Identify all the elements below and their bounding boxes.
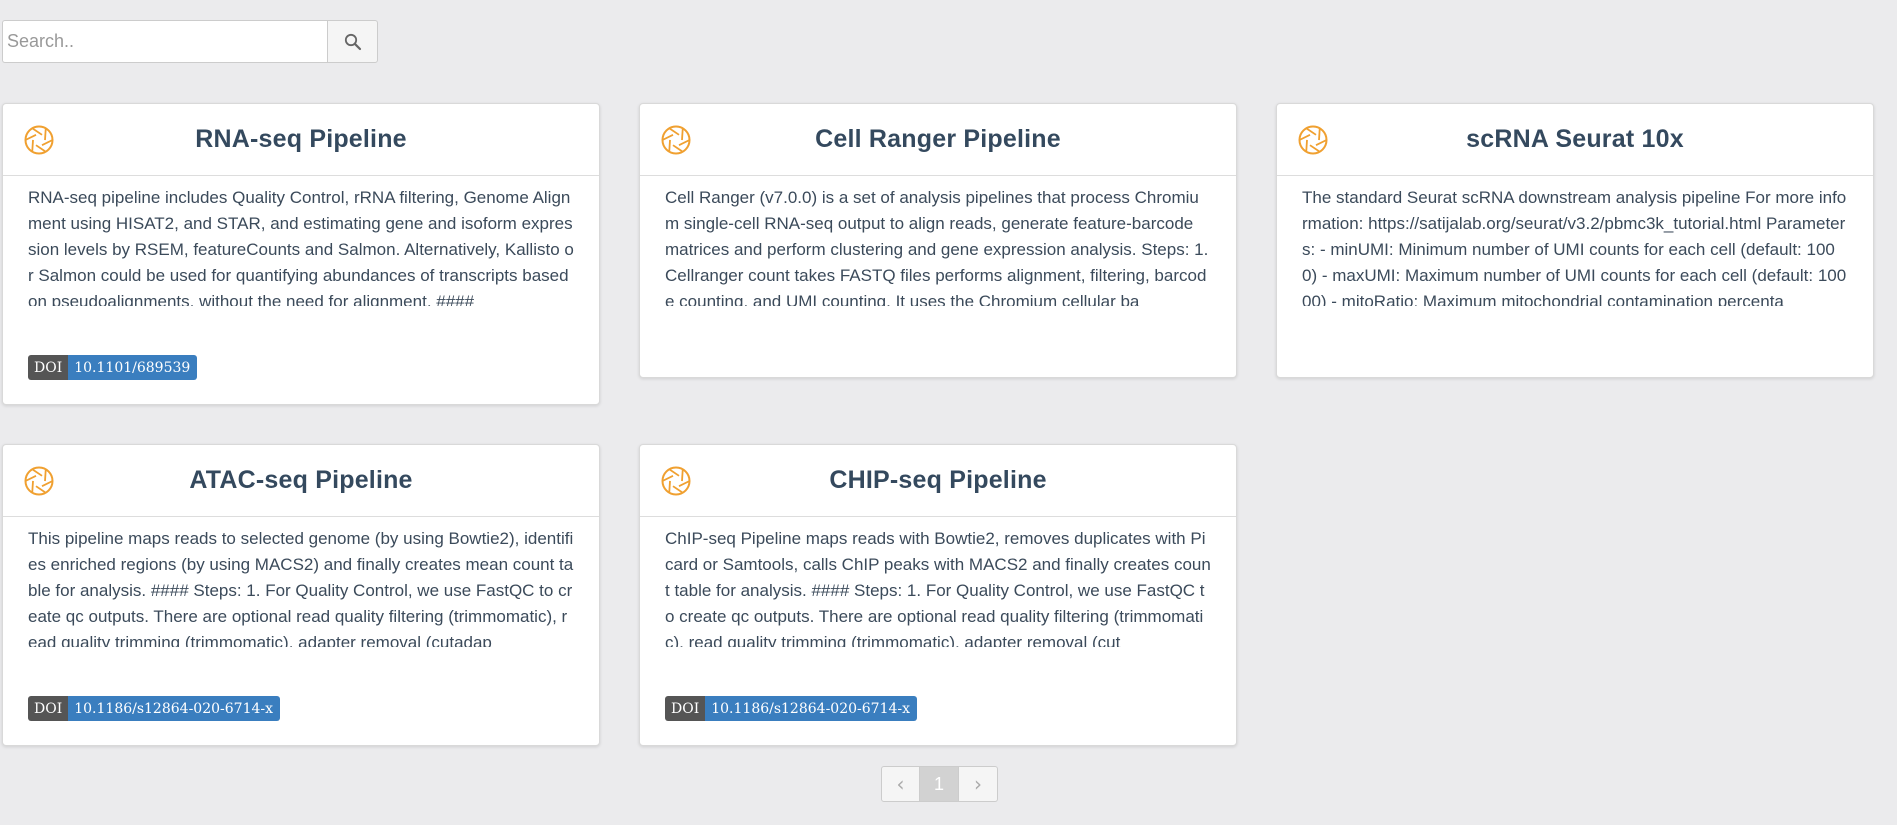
- doi-label: DOI: [28, 696, 69, 721]
- card-description: RNA-seq pipeline includes Quality Contro…: [28, 188, 574, 306]
- pipeline-card[interactable]: RNA-seq Pipeline RNA-seq pipeline includ…: [2, 103, 600, 405]
- card-title[interactable]: Cell Ranger Pipeline: [815, 125, 1061, 154]
- card-header: scRNA Seurat 10x: [1277, 104, 1873, 176]
- doi-value: 10.1186/s12864-020-6714-x: [705, 696, 918, 721]
- search-input[interactable]: [2, 20, 327, 63]
- aperture-icon: [661, 125, 691, 155]
- doi-value: 10.1186/s12864-020-6714-x: [68, 696, 281, 721]
- pagination: ‹ 1 ›: [881, 766, 998, 802]
- search-bar: [2, 20, 378, 63]
- card-description: Cell Ranger (v7.0.0) is a set of analysi…: [665, 188, 1209, 306]
- card-title[interactable]: scRNA Seurat 10x: [1466, 125, 1684, 154]
- doi-label: DOI: [665, 696, 706, 721]
- doi-badge[interactable]: DOI 10.1101/689539: [28, 355, 198, 380]
- aperture-icon: [24, 125, 54, 155]
- pipeline-card[interactable]: CHIP-seq Pipeline ChIP-seq Pipeline maps…: [639, 444, 1237, 746]
- pagination-page-1[interactable]: 1: [920, 766, 959, 802]
- pagination-prev-button[interactable]: ‹: [881, 766, 920, 802]
- card-header: Cell Ranger Pipeline: [640, 104, 1236, 176]
- card-description: ChIP-seq Pipeline maps reads with Bowtie…: [665, 529, 1211, 647]
- search-button[interactable]: [327, 20, 378, 63]
- card-header: RNA-seq Pipeline: [3, 104, 599, 176]
- doi-value: 10.1101/689539: [68, 355, 198, 380]
- doi-badge[interactable]: DOI 10.1186/s12864-020-6714-x: [665, 696, 918, 721]
- card-description: This pipeline maps reads to selected gen…: [28, 529, 574, 647]
- card-title[interactable]: CHIP-seq Pipeline: [829, 466, 1046, 495]
- card-header: CHIP-seq Pipeline: [640, 445, 1236, 517]
- search-icon: [344, 33, 361, 50]
- doi-badge[interactable]: DOI 10.1186/s12864-020-6714-x: [28, 696, 281, 721]
- aperture-icon: [24, 466, 54, 496]
- doi-label: DOI: [28, 355, 69, 380]
- pipeline-card[interactable]: Cell Ranger Pipeline Cell Ranger (v7.0.0…: [639, 103, 1237, 378]
- aperture-icon: [1298, 125, 1328, 155]
- pipeline-card[interactable]: ATAC-seq Pipeline This pipeline maps rea…: [2, 444, 600, 746]
- card-description: The standard Seurat scRNA downstream ana…: [1302, 188, 1847, 306]
- card-header: ATAC-seq Pipeline: [3, 445, 599, 517]
- card-title[interactable]: RNA-seq Pipeline: [195, 125, 407, 154]
- card-title[interactable]: ATAC-seq Pipeline: [189, 466, 412, 495]
- aperture-icon: [661, 466, 691, 496]
- pipeline-card[interactable]: scRNA Seurat 10x The standard Seurat scR…: [1276, 103, 1874, 378]
- pagination-next-button[interactable]: ›: [959, 766, 998, 802]
